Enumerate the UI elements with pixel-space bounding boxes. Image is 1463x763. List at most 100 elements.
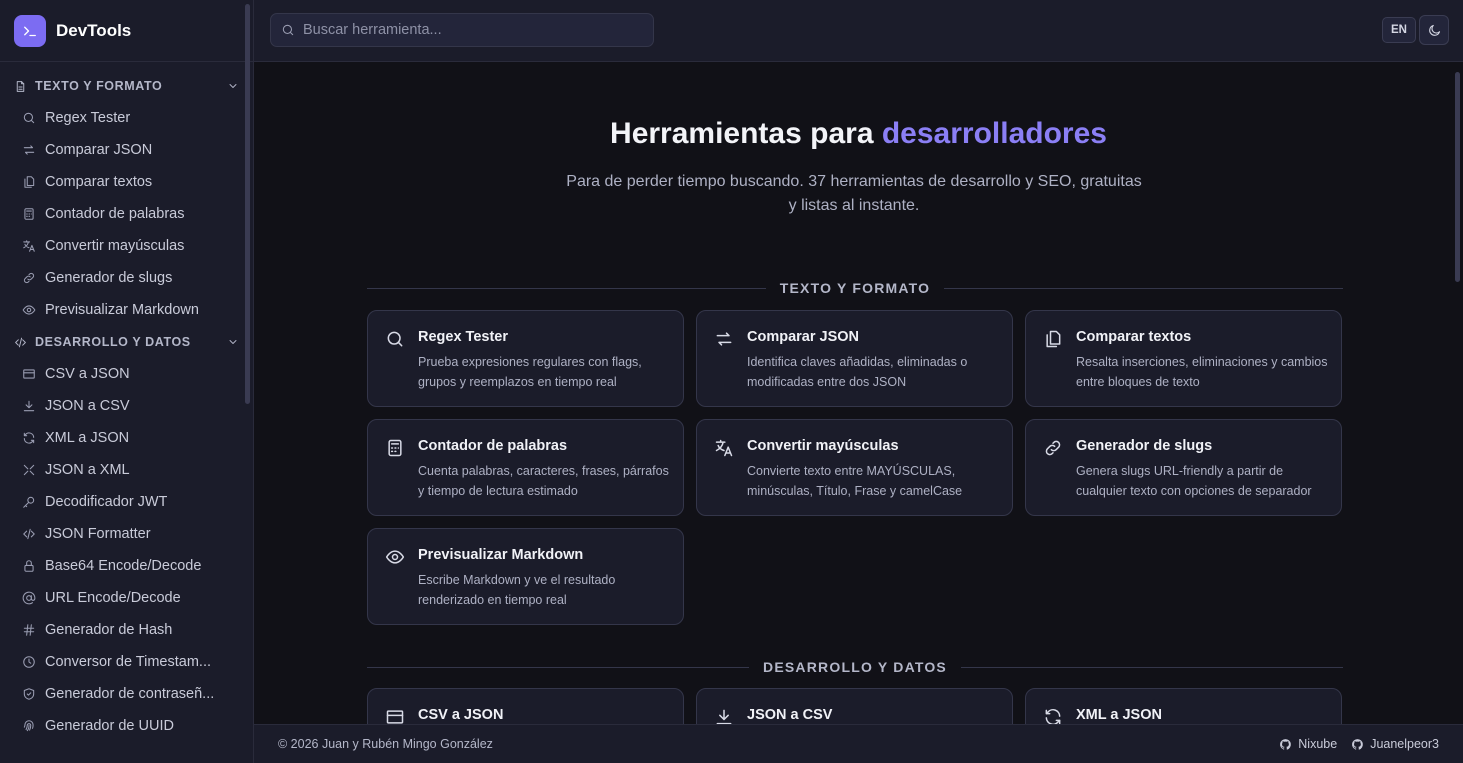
sidebar-item-contador-palabras[interactable]: Contador de palabras [0, 198, 253, 230]
language-button[interactable]: EN [1382, 17, 1416, 43]
copy-icon [22, 175, 36, 189]
tool-card-contador-palabras[interactable]: Contador de palabras Cuenta palabras, ca… [367, 419, 684, 516]
sidebar-item-comparar-json[interactable]: Comparar JSON [0, 134, 253, 166]
calculator-icon [385, 438, 405, 458]
sidebar-item-previsualizar-markdown[interactable]: Previsualizar Markdown [0, 294, 253, 326]
tool-card-convertir-mayusculas[interactable]: Convertir mayúsculas Convierte texto ent… [696, 419, 1013, 516]
sidebar-section-texto[interactable]: TEXTO Y FORMATO [0, 70, 253, 102]
sidebar-item-label: Comparar JSON [45, 142, 153, 158]
sidebar-item-json-a-csv[interactable]: JSON a CSV [0, 390, 253, 422]
sidebar-item-label: Generador de UUID [45, 718, 174, 734]
sidebar-item-label: Previsualizar Markdown [45, 302, 199, 318]
sidebar-item-generador-slugs[interactable]: Generador de slugs [0, 262, 253, 294]
sidebar-item-label: Generador de slugs [45, 270, 173, 286]
brand[interactable]: DevTools [0, 0, 253, 62]
search-icon [22, 111, 36, 125]
footer-link-label: Juanelpeor3 [1370, 737, 1439, 751]
tool-card-xml-a-json[interactable]: XML a JSON [1025, 688, 1342, 724]
tool-card-comparar-textos[interactable]: Comparar textos Resalta inserciones, eli… [1025, 310, 1342, 407]
terminal-icon [14, 14, 46, 47]
search-box[interactable] [270, 13, 654, 47]
translate-icon [22, 239, 36, 253]
sidebar-item-label: Comparar textos [45, 174, 153, 190]
sidebar-item-label: Regex Tester [45, 110, 131, 126]
download-icon [22, 399, 36, 413]
card-description: Escribe Markdown y ve el resultado rende… [418, 573, 616, 607]
code-icon [22, 527, 36, 541]
search-icon [282, 24, 294, 36]
footer-link-juanelpeor3[interactable]: Juanelpeor3 [1351, 737, 1439, 751]
card-title: Contador de palabras [418, 438, 568, 454]
sidebar-item-regex-tester[interactable]: Regex Tester [0, 102, 253, 134]
github-icon [1280, 738, 1292, 750]
arrows-swap-icon [22, 143, 36, 157]
eye-icon [385, 547, 405, 567]
sidebar-item-label: XML a JSON [45, 430, 130, 446]
card-title: Comparar JSON [747, 329, 860, 345]
top-bar: EN [254, 0, 1463, 62]
sidebar-item-contrasenas[interactable]: Generador de contraseñ... [0, 678, 253, 710]
card-title: Previsualizar Markdown [418, 547, 584, 563]
calculator-icon [22, 207, 36, 221]
key-icon [22, 495, 36, 509]
sidebar-item-comparar-textos[interactable]: Comparar textos [0, 166, 253, 198]
refresh-icon [22, 431, 36, 445]
table-icon [22, 367, 36, 381]
footer-link-nixube[interactable]: Nixube [1279, 737, 1337, 751]
sidebar-item-label: Contador de palabras [45, 206, 185, 222]
sidebar-item-generador-hash[interactable]: Generador de Hash [0, 614, 253, 646]
tool-card-json-a-csv[interactable]: JSON a CSV [696, 688, 1013, 724]
sidebar-item-decodificador-jwt[interactable]: Decodificador JWT [0, 486, 253, 518]
sidebar-item-xml-a-json[interactable]: XML a JSON [0, 422, 253, 454]
github-icon [1352, 738, 1364, 750]
footer: © 2026 Juan y Rubén Mingo González Nixub… [254, 724, 1463, 763]
shield-icon [22, 687, 36, 701]
chevron-down-icon [229, 84, 237, 88]
divider-line [960, 666, 1344, 668]
card-title: Generador de slugs [1076, 438, 1213, 454]
sidebar-item-convertir-mayusculas[interactable]: Convertir mayúsculas [0, 230, 253, 262]
search-input[interactable] [303, 22, 633, 38]
card-description: Genera slugs URL-friendly a partir de cu… [1076, 464, 1312, 498]
tool-card-regex-tester[interactable]: Regex Tester Prueba expresiones regulare… [367, 310, 684, 407]
main-scrollbar[interactable] [1455, 72, 1460, 282]
sidebar-item-label: JSON a CSV [45, 398, 130, 414]
at-icon [22, 591, 36, 605]
card-title: Convertir mayúsculas [747, 438, 899, 454]
sidebar-item-base64[interactable]: Base64 Encode/Decode [0, 550, 253, 582]
section-title: TEXTO Y FORMATO [779, 280, 931, 296]
copy-icon [1043, 329, 1063, 349]
sidebar-item-json-a-xml[interactable]: JSON a XML [0, 454, 253, 486]
sidebar-item-label: Conversor de Timestam... [45, 654, 211, 670]
search-icon [385, 329, 405, 349]
sidebar-item-uuid[interactable]: Generador de UUID [0, 710, 253, 742]
sidebar-item-label: JSON Formatter [45, 526, 151, 542]
tool-card-generador-slugs[interactable]: Generador de slugs Genera slugs URL-frie… [1025, 419, 1342, 516]
card-title: CSV a JSON [418, 707, 504, 723]
sidebar-section-desarrollo[interactable]: DESARROLLO Y DATOS [0, 326, 253, 358]
copyright: © 2026 Juan y Rubén Mingo González [278, 737, 493, 751]
translate-icon [714, 438, 734, 458]
sidebar-scrollbar[interactable] [245, 4, 250, 404]
sidebar-item-label: JSON a XML [45, 462, 130, 478]
card-description: Prueba expresiones regulares con flags, … [418, 355, 642, 389]
sidebar-item-csv-a-json[interactable]: CSV a JSON [0, 358, 253, 390]
sidebar-item-label: Base64 Encode/Decode [45, 558, 202, 574]
theme-toggle-button[interactable] [1419, 15, 1449, 45]
tool-card-previsualizar-markdown[interactable]: Previsualizar Markdown Escribe Markdown … [367, 528, 684, 625]
app-name: DevTools [56, 20, 132, 40]
section-title: DESARROLLO Y DATOS [763, 659, 947, 675]
sidebar-item-label: URL Encode/Decode [45, 590, 181, 606]
page-subtitle: Para de perder tiempo buscando. 37 herra… [566, 173, 1142, 214]
chevron-down-icon [229, 340, 237, 344]
eye-icon [22, 303, 36, 317]
footer-link-label: Nixube [1298, 737, 1338, 751]
sidebar-item-label: Generador de Hash [45, 622, 173, 638]
sidebar-item-url-encode[interactable]: URL Encode/Decode [0, 582, 253, 614]
sidebar-item-json-formatter[interactable]: JSON Formatter [0, 518, 253, 550]
tool-card-comparar-json[interactable]: Comparar JSON Identifica claves añadidas… [696, 310, 1013, 407]
sidebar-item-timestamp[interactable]: Conversor de Timestam... [0, 646, 253, 678]
hash-icon [22, 623, 36, 637]
section-divider-desarrollo: DESARROLLO Y DATOS [367, 657, 1344, 677]
tool-card-csv-a-json[interactable]: CSV a JSON [367, 688, 684, 724]
